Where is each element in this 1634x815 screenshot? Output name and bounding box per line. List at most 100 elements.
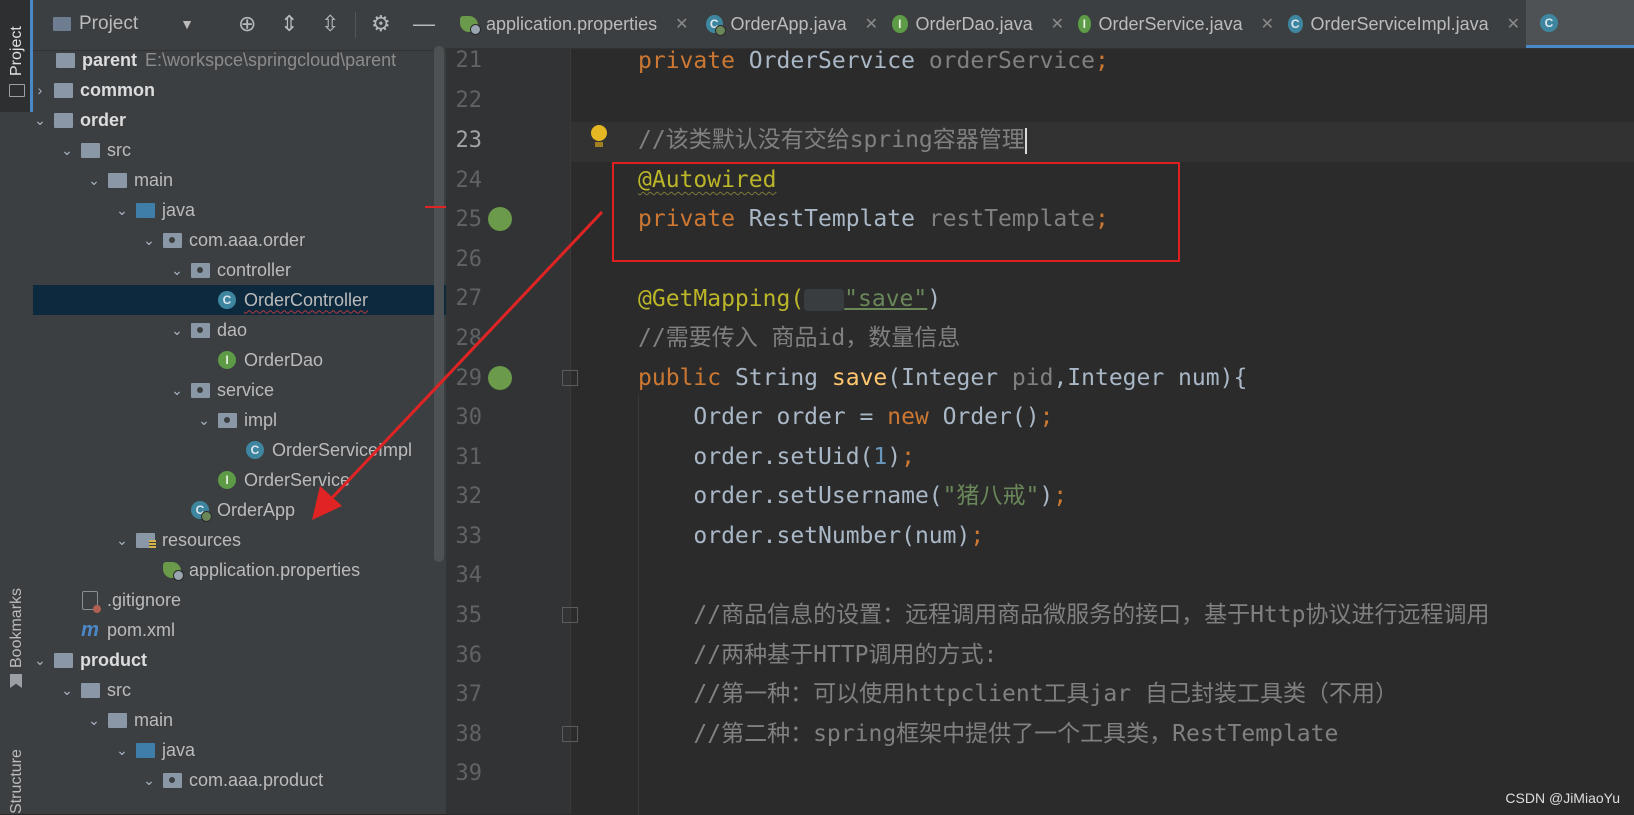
tab-application-properties[interactable]: application.properties ✕ [446,0,692,48]
tree-row-common[interactable]: › common [33,75,446,105]
code-line-35[interactable]: //商品信息的设置：远程调用商品微服务的接口，基于Http协议进行远程调用 [638,600,1489,630]
code-line-31[interactable]: order.setUid(1); [638,442,915,472]
tree-row-product-main[interactable]: ⌄ main [33,705,500,735]
lightbulb-icon[interactable] [591,125,607,141]
chevron-down-icon[interactable]: ⌄ [87,712,101,729]
chevron-down-icon[interactable]: ⌄ [87,172,101,189]
tab-orderapp[interactable]: C OrderApp.java ✕ [692,0,878,48]
project-scrollbar[interactable] [434,46,444,562]
tree-row-product[interactable]: ⌄ product [33,645,446,675]
project-panel-header: Project ▼ ⊕ ⇕ ⇳ ⚙ — [33,0,446,51]
line-number: 38 [455,722,483,747]
chevron-down-icon[interactable]: ⌄ [115,742,129,759]
line-number: 21 [455,48,483,73]
collapse-all-icon[interactable]: ⇳ [321,12,339,36]
tab-orderservice[interactable]: I OrderService.java ✕ [1064,0,1274,48]
structure-tool-tab[interactable]: Structure [0,714,33,814]
tree-row-parent[interactable]: parent E:\workspce\springcloud\parent [33,45,446,75]
project-panel-title: Project [79,13,139,34]
tree-label: parent [82,49,138,70]
tab-orderdao[interactable]: I OrderDao.java ✕ [878,0,1064,48]
package-icon [217,410,237,430]
ide-window: Project Bookmarks Structure Project ▼ ⊕ … [0,0,1634,815]
chevron-down-icon[interactable]: ⌄ [170,262,184,279]
code-line-27[interactable]: @GetMapping("save") [638,284,941,314]
tree-row-order[interactable]: ⌄ order [33,105,446,135]
tree-row-src[interactable]: ⌄ src [33,135,473,165]
resources-folder-icon [135,530,156,550]
tree-label: OrderDao [244,349,324,370]
chevron-down-icon[interactable]: ⌄ [60,142,74,159]
code-token: OrderService [734,48,929,74]
editor-tab-bar: application.properties ✕ C OrderApp.java… [446,0,1634,49]
project-panel: Project ▼ ⊕ ⇕ ⇳ ⚙ — parent E:\workspce\s… [33,0,610,814]
tree-label: java [162,199,196,220]
locate-file-icon[interactable]: ⊕ [238,12,256,36]
hide-panel-icon[interactable]: — [413,12,435,36]
chevron-down-icon[interactable]: ⌄ [142,772,156,789]
tree-label: controller [217,259,292,280]
code-line-21[interactable]: private OrderService orderService; [638,46,1109,76]
line-number: 29 [455,366,483,391]
module-folder-icon [53,650,73,670]
spring-bean-navigate-icon[interactable] [488,207,512,231]
chevron-down-icon[interactable]: ⌄ [115,532,129,549]
chevron-down-icon[interactable]: ⌄ [170,382,184,399]
fold-icon[interactable] [562,607,578,623]
globe-chevron-icon[interactable] [804,288,845,311]
code-line-23[interactable]: //该类默认没有交给spring容器管理 [638,125,1027,155]
bookmarks-tool-tab[interactable]: Bookmarks [0,578,33,688]
code-line-37[interactable]: //第一种：可以使用httpclient工具jar 自己封装工具类（不用） [638,679,1398,709]
code-string: "save" [844,286,928,312]
lightbulb-base [595,142,603,147]
chevron-down-icon[interactable]: ⌄ [33,652,47,669]
gear-icon[interactable]: ⚙ [371,12,391,36]
code-string: "猪八戒" [942,483,1040,509]
tool-window-strip: Project Bookmarks Structure [0,0,34,814]
tree-row-main[interactable]: ⌄ main [33,165,500,195]
folder-icon [80,680,100,700]
expand-all-icon[interactable]: ⇕ [280,12,298,36]
code-line-29[interactable]: public String save(Integer pid,Integer n… [638,363,1247,393]
close-icon[interactable]: ✕ [1051,14,1064,34]
code-line-28[interactable]: //需要传入 商品id，数量信息 [638,323,960,353]
tree-label: product [80,649,147,670]
line-number: 35 [455,603,483,628]
close-icon[interactable]: ✕ [1261,14,1274,34]
code-annotation: @GetMapping( [638,286,805,312]
chevron-right-icon[interactable]: › [33,82,47,98]
code-line-36[interactable]: //两种基于HTTP调用的方式: [638,640,997,670]
code-line-38[interactable]: //第二种：spring框架中提供了一个工具类，RestTemplate [638,719,1338,749]
tree-row-pom[interactable]: m pom.xml [33,615,473,645]
package-icon [190,380,210,400]
code-token: ,Integer num){ [1053,365,1248,391]
package-icon [190,260,210,280]
tab-ordercontroller-active[interactable]: C [1526,0,1634,48]
code-line-30[interactable]: Order order = new Order(); [638,402,1053,432]
chevron-down-icon[interactable]: ⌄ [142,232,156,249]
code-line-32[interactable]: order.setUsername("猪八戒"); [638,481,1067,511]
folder-icon [9,84,25,97]
chevron-down-icon[interactable]: ⌄ [33,112,47,129]
interface-icon: I [1078,15,1091,33]
text-caret [1024,127,1027,154]
chevron-down-icon[interactable]: ⌄ [115,202,129,219]
close-icon[interactable]: ✕ [865,14,878,34]
tree-row-product-src[interactable]: ⌄ src [33,675,473,705]
code-token: order.setUsername( [638,483,943,509]
fold-icon[interactable] [562,370,578,386]
tree-row-gitignore[interactable]: .gitignore [33,585,473,615]
chevron-down-icon[interactable]: ⌄ [60,682,74,699]
close-icon[interactable]: ✕ [675,14,688,34]
code-comment: //第二种：spring框架中提供了一个工具类，RestTemplate [638,721,1339,747]
chevron-down-icon[interactable]: ⌄ [170,322,184,339]
bookmark-icon [10,674,22,688]
web-endpoint-icon[interactable] [488,366,512,390]
code-line-33[interactable]: order.setNumber(num); [638,521,984,551]
project-tool-tab[interactable]: Project [0,0,33,112]
chevron-down-icon[interactable]: ⌄ [197,412,211,429]
tab-orderserviceimpl[interactable]: C OrderServiceImpl.java ✕ [1274,0,1520,48]
project-view-selector[interactable]: Project ▼ [53,13,194,35]
close-icon[interactable]: ✕ [1507,14,1520,34]
fold-icon[interactable] [562,726,578,742]
